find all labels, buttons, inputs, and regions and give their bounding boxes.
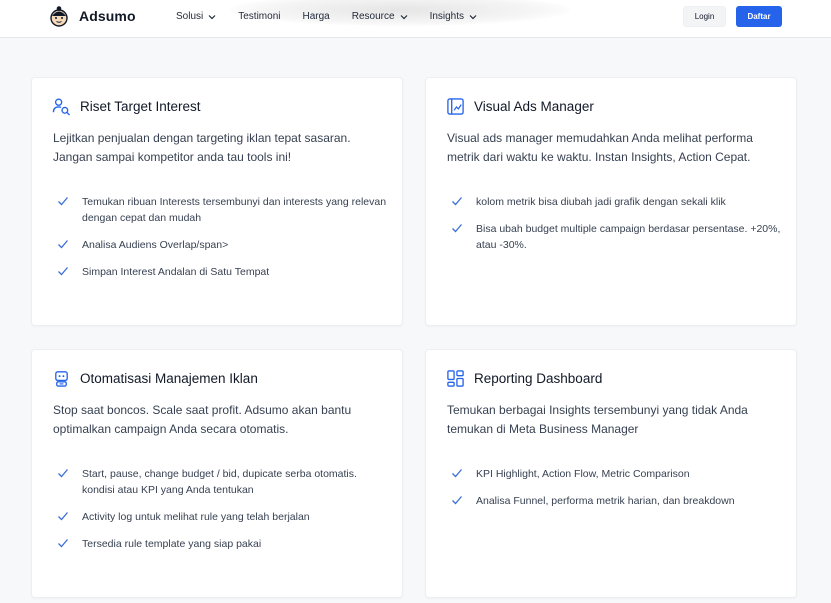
nav-item-resource[interactable]: Resource — [352, 11, 408, 22]
list-item: Temukan ribuan Interests tersembunyi dan… — [57, 194, 387, 226]
feature-list: KPI Highlight, Action Flow, Metric Compa… — [451, 466, 781, 520]
card-description: Stop saat boncos. Scale saat profit. Ads… — [53, 403, 352, 436]
nav-item-testimoni[interactable]: Testimoni — [238, 11, 280, 22]
feature-card-reporting-dashboard: Reporting Dashboard Temukan berbagai Ins… — [425, 349, 797, 598]
card-description: Temukan berbagai Insights tersembunyi ya… — [447, 403, 748, 436]
sumo-mascot-icon — [50, 6, 68, 27]
nav-item-label: Harga — [302, 11, 330, 22]
feature-text: Start, pause, change budget / bid, dupic… — [82, 468, 357, 496]
feature-card-riset-target-interest: Riset Target Interest Lejitkan penjualan… — [31, 77, 403, 326]
check-icon — [58, 197, 68, 206]
main-nav: Solusi Testimoni Harga Resource Insights — [176, 0, 499, 33]
card-header: Otomatisasi Manajemen Iklan — [52, 369, 258, 388]
signup-button[interactable]: Daftar — [736, 6, 782, 27]
list-item: Start, pause, change budget / bid, dupic… — [57, 466, 387, 498]
feature-text: Tersedia rule template yang siap pakai — [82, 538, 262, 550]
list-item: Activity log untuk melihat rule yang tel… — [57, 509, 387, 525]
nav-item-harga[interactable]: Harga — [303, 11, 330, 22]
card-title: Visual Ads Manager — [474, 99, 594, 114]
robot-icon — [55, 371, 68, 387]
check-icon — [58, 240, 68, 249]
feature-list: kolom metrik bisa diubah jadi grafik den… — [451, 194, 781, 264]
check-icon — [58, 469, 68, 478]
feature-text: Bisa ubah budget multiple campaign berda… — [476, 223, 781, 251]
nav-item-label: Testimoni — [238, 11, 281, 22]
feature-text: Simpan Interest Andalan di Satu Tempat — [82, 266, 270, 278]
card-header: Visual Ads Manager — [446, 97, 594, 116]
check-icon — [58, 267, 68, 276]
check-icon — [452, 197, 462, 206]
card-description: Visual ads manager memudahkan Anda melih… — [447, 131, 753, 164]
chevron-down-icon — [208, 14, 216, 19]
card-title: Riset Target Interest — [80, 99, 201, 114]
list-item: Analisa Funnel, performa metrik harian, … — [451, 493, 781, 509]
chart-panel-icon — [447, 98, 464, 115]
user-search-icon — [52, 98, 71, 116]
list-item: Tersedia rule template yang siap pakai — [57, 536, 387, 552]
check-icon — [452, 469, 462, 478]
feature-card-otomatisasi-manajemen-iklan: Otomatisasi Manajemen Iklan Stop saat bo… — [31, 349, 403, 598]
feature-card-visual-ads-manager: Visual Ads Manager Visual ads manager me… — [425, 77, 797, 326]
brand-name: Adsumo — [79, 8, 136, 24]
check-icon — [452, 496, 462, 505]
card-title: Reporting Dashboard — [474, 371, 603, 386]
feature-text: Analisa Funnel, performa metrik harian, … — [476, 495, 735, 507]
check-icon — [58, 539, 68, 548]
list-item: Simpan Interest Andalan di Satu Tempat — [57, 264, 387, 280]
login-button[interactable]: Login — [683, 6, 726, 27]
feature-text: kolom metrik bisa diubah jadi grafik den… — [476, 196, 726, 208]
feature-list: Temukan ribuan Interests tersembunyi dan… — [57, 194, 387, 291]
list-item: Bisa ubah budget multiple campaign berda… — [451, 221, 781, 253]
list-item: Analisa Audiens Overlap/span> — [57, 237, 387, 253]
nav-item-solusi[interactable]: Solusi — [176, 11, 216, 22]
nav-item-label: Solusi — [176, 11, 204, 22]
nav-item-insights[interactable]: Insights — [430, 11, 477, 22]
nav-item-label: Insights — [429, 11, 465, 22]
chevron-down-icon — [400, 14, 407, 19]
feature-text: Temukan ribuan Interests tersembunyi dan… — [82, 196, 387, 224]
brand-logo-link[interactable]: Adsumo — [48, 5, 136, 27]
check-icon — [58, 512, 68, 521]
check-icon — [452, 224, 462, 233]
dashboard-grid-icon — [447, 370, 464, 387]
chevron-down-icon — [469, 14, 477, 19]
feature-text: Activity log untuk melihat rule yang tel… — [82, 511, 310, 523]
card-header: Riset Target Interest — [52, 97, 201, 116]
feature-text: KPI Highlight, Action Flow, Metric Compa… — [476, 468, 690, 480]
nav-item-label: Resource — [351, 11, 395, 22]
feature-list: Start, pause, change budget / bid, dupic… — [57, 466, 387, 563]
top-navbar: Adsumo Solusi Testimoni Harga Resource I… — [0, 0, 831, 38]
card-description: Lejitkan penjualan dengan targeting ikla… — [53, 131, 351, 164]
card-header: Reporting Dashboard — [446, 369, 602, 388]
feature-text: Analisa Audiens Overlap/span> — [82, 239, 229, 251]
list-item: KPI Highlight, Action Flow, Metric Compa… — [451, 466, 781, 482]
card-title: Otomatisasi Manajemen Iklan — [80, 371, 258, 386]
list-item: kolom metrik bisa diubah jadi grafik den… — [451, 194, 781, 210]
